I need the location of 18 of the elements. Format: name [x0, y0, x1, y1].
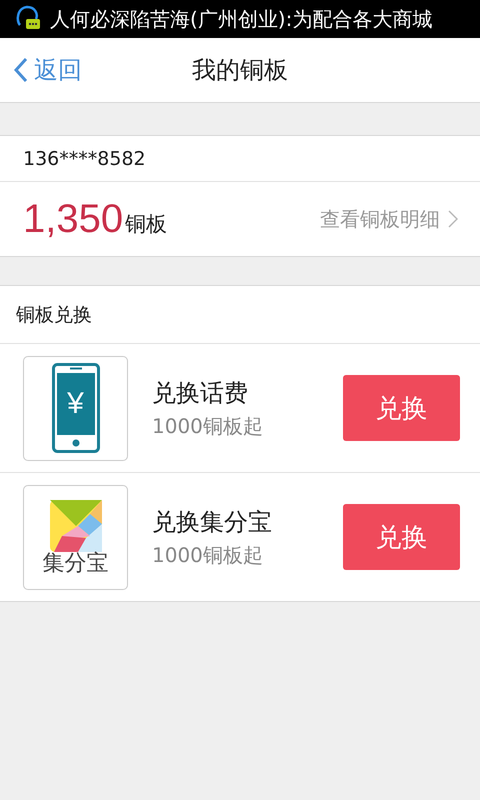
exchange-button[interactable]: 兑换: [343, 504, 460, 570]
chevron-right-icon: [448, 210, 458, 228]
item-subtitle: 1000铜板起: [152, 412, 263, 440]
page-title: 我的铜板: [192, 55, 288, 86]
details-link[interactable]: 查看铜板明细: [320, 206, 458, 232]
balance-amount: 1,350: [23, 196, 124, 242]
back-button[interactable]: 返回: [10, 38, 86, 102]
phone-icon: ¥: [23, 356, 128, 460]
section-title: 铜板兑换: [16, 302, 92, 328]
jifenbao-logo: 集分宝: [23, 484, 128, 590]
notification-text: 人何必深陷苦海(广州创业):为配合各大商城: [50, 6, 432, 32]
balance-unit: 铜板: [125, 211, 168, 238]
exchange-button[interactable]: 兑换: [343, 375, 460, 441]
phone-number: 136****8582: [23, 148, 146, 170]
item-title: 兑换话费: [152, 378, 249, 408]
item-title: 兑换集分宝: [152, 506, 272, 538]
item-subtitle: 1000铜板起: [152, 542, 264, 568]
chevron-left-icon: [14, 57, 28, 83]
